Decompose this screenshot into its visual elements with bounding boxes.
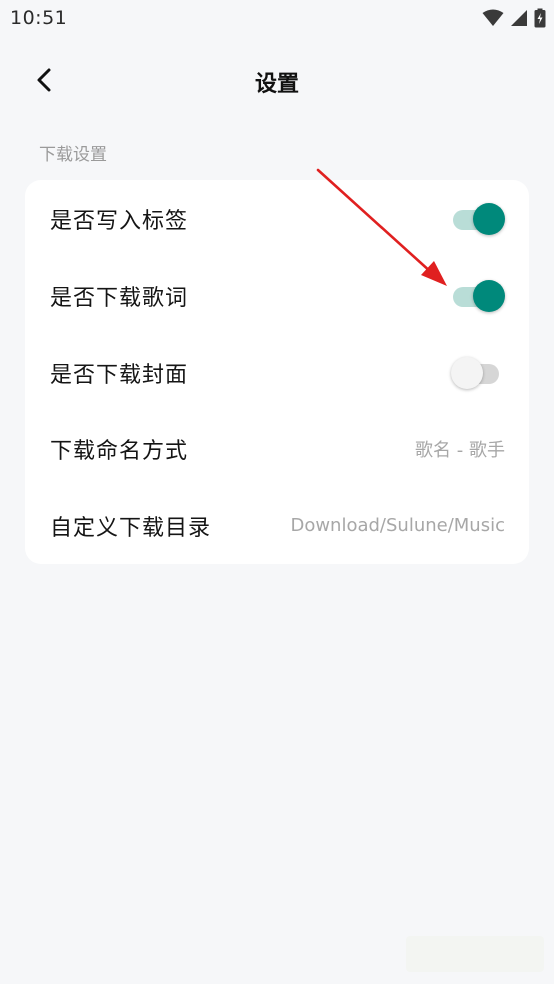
setting-row-write-tags[interactable]: 是否写入标签 [25,180,529,257]
naming-format-value: 歌名 - 歌手 [415,439,505,461]
cellular-signal-icon [510,9,528,31]
custom-directory-value: Download/Sulune/Music [290,515,505,536]
download-cover-switch[interactable] [451,355,505,391]
setting-label: 下载命名方式 [50,438,189,464]
setting-label: 是否下载封面 [50,362,189,388]
page-title: 设置 [254,72,299,97]
setting-label: 是否下载歌词 [50,285,189,311]
switch-thumb [473,279,505,312]
status-icons [482,8,546,32]
corner-overlay [406,936,544,972]
switch-thumb [451,356,483,389]
setting-row-naming-format[interactable]: 下载命名方式 歌名 - 歌手 [25,410,529,487]
status-bar: 10:51 [0,0,554,38]
section-label-download-settings: 下载设置 [39,145,107,165]
setting-row-custom-directory[interactable]: 自定义下载目录 Download/Sulune/Music [25,487,529,564]
setting-label: 是否写入标签 [50,208,189,234]
setting-row-download-lyrics[interactable]: 是否下载歌词 [25,257,529,334]
switch-thumb [473,202,505,235]
wifi-icon [482,9,504,31]
write-tags-switch[interactable] [451,201,505,237]
setting-label: 自定义下载目录 [50,515,212,541]
settings-card: 是否写入标签 是否下载歌词 是否下载封面 下载命名方式 歌名 - 歌手 自定义下… [25,180,529,564]
app-bar: 设置 [0,56,554,108]
setting-row-download-cover[interactable]: 是否下载封面 [25,334,529,411]
battery-charging-icon [534,8,546,32]
status-time: 10:51 [10,7,68,29]
download-lyrics-switch[interactable] [451,278,505,314]
